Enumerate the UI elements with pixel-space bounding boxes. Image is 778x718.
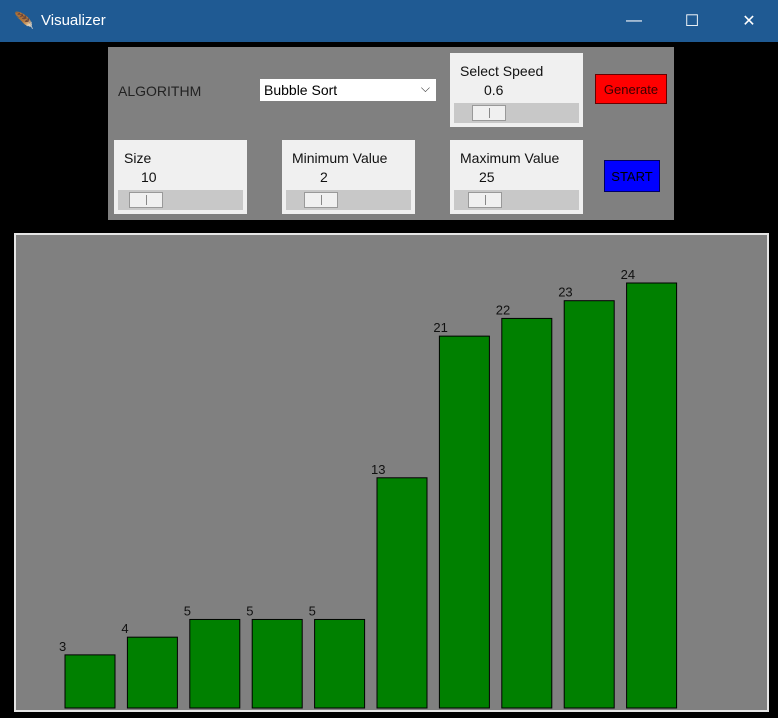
bar-value-label: 23 — [558, 285, 572, 300]
min-value-scale: Minimum Value 2 — [282, 140, 415, 214]
bar-value-label: 5 — [309, 603, 316, 618]
control-panel: ALGORITHM Bubble Sort ⌵ Select Speed 0.6… — [108, 47, 674, 220]
maximize-icon: ☐ — [684, 13, 700, 30]
bar-value-label: 22 — [496, 302, 510, 317]
start-button[interactable]: START — [604, 160, 660, 192]
bar — [501, 317, 553, 709]
bar-value-label: 21 — [433, 320, 447, 335]
speed-value: 0.6 — [484, 82, 504, 98]
size-value: 10 — [141, 169, 157, 185]
minimize-icon: — — [626, 12, 642, 29]
bar — [126, 636, 178, 709]
bar — [563, 300, 615, 709]
maximize-button[interactable]: ☐ — [663, 0, 721, 42]
minimize-button[interactable]: — — [605, 0, 663, 42]
bar-value-label: 4 — [121, 621, 128, 636]
size-label: Size — [124, 150, 152, 166]
max-value-value: 25 — [479, 169, 495, 185]
chevron-down-icon: ⌵ — [420, 81, 430, 95]
speed-scale: Select Speed 0.6 — [450, 53, 583, 127]
bar-value-label: 3 — [59, 639, 66, 654]
bar — [314, 618, 366, 709]
speed-label: Select Speed — [460, 63, 544, 79]
algorithm-label: ALGORITHM — [118, 83, 202, 99]
speed-slider[interactable] — [454, 103, 579, 123]
max-value-label: Maximum Value — [460, 150, 560, 166]
visualization-canvas: 3 4 5 5 5 13 21 22 23 24 — [14, 233, 769, 712]
bar-value-label: 24 — [621, 267, 635, 282]
close-button[interactable]: ✕ — [720, 0, 778, 42]
bar — [64, 654, 116, 709]
title-bar: 🪶 Visualizer — ☐ ✕ — [0, 0, 778, 42]
min-value-label: Minimum Value — [292, 150, 388, 166]
max-value-slider-thumb[interactable] — [468, 192, 502, 208]
bar — [251, 618, 303, 709]
bar — [626, 282, 678, 709]
algorithm-select[interactable]: Bubble Sort ⌵ — [260, 79, 436, 101]
min-value-slider-thumb[interactable] — [304, 192, 338, 208]
bar — [376, 477, 428, 709]
size-slider[interactable] — [118, 190, 243, 210]
speed-slider-thumb[interactable] — [472, 105, 506, 121]
bar-value-label: 5 — [246, 603, 253, 618]
close-icon: ✕ — [742, 13, 756, 30]
min-value-slider[interactable] — [286, 190, 411, 210]
algorithm-selected-value: Bubble Sort — [264, 82, 338, 98]
generate-button[interactable]: Generate — [595, 74, 667, 104]
size-scale: Size 10 — [114, 140, 247, 214]
feather-icon: 🪶 — [14, 13, 34, 30]
max-value-scale: Maximum Value 25 — [450, 140, 583, 214]
bar — [438, 335, 490, 709]
max-value-slider[interactable] — [454, 190, 579, 210]
bar-value-label: 13 — [371, 462, 385, 477]
bar-value-label: 5 — [184, 603, 191, 618]
size-slider-thumb[interactable] — [129, 192, 163, 208]
min-value-value: 2 — [320, 169, 328, 185]
bar — [189, 618, 241, 709]
bar-chart: 3 4 5 5 5 13 21 22 23 24 — [59, 267, 678, 709]
window-title: Visualizer — [41, 12, 106, 29]
